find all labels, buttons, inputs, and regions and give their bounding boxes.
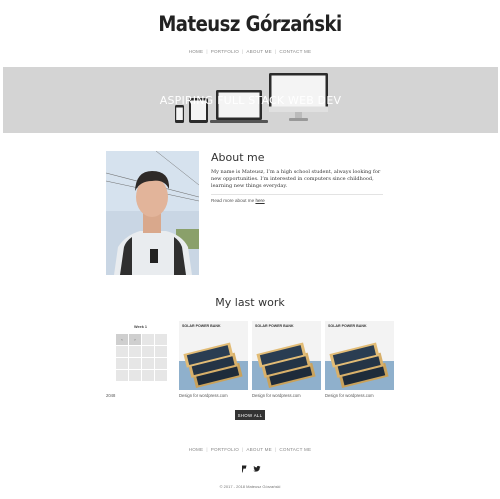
- thumb-title: SOLAR POWER BANK: [255, 324, 294, 328]
- grid-cell: [155, 346, 167, 357]
- calendar-title: Week 1: [133, 325, 148, 329]
- grid-cell: [116, 358, 128, 369]
- copyright: © 2017 - 2018 Mateusz Górzański: [219, 484, 281, 489]
- nav-separator: |: [274, 447, 277, 452]
- calendar-grid: ‹ ›: [116, 334, 172, 381]
- hero-title: ASPIRING FULL STACK WEB DEV: [159, 94, 342, 107]
- nav-separator: |: [274, 49, 277, 54]
- grid-cell: [155, 370, 167, 381]
- footer-nav: HOME | PORTFOLIO | ABOUT ME | CONTACT ME: [0, 447, 500, 452]
- site-logo[interactable]: Mateusz Górzański: [35, 12, 465, 36]
- twitter-icon[interactable]: [253, 465, 261, 473]
- nav-contact[interactable]: CONTACT ME: [279, 49, 311, 54]
- grid-cell: [129, 358, 141, 369]
- nav-contact[interactable]: CONTACT ME: [279, 447, 311, 452]
- work-thumb-solar[interactable]: SOLAR POWER BANK: [179, 321, 248, 390]
- work-title: My last work: [215, 296, 285, 309]
- nav-portfolio[interactable]: PORTFOLIO: [211, 447, 239, 452]
- prev-button[interactable]: ‹: [116, 334, 128, 345]
- grid-cell: [155, 334, 167, 345]
- nav-separator: |: [206, 49, 208, 54]
- next-button[interactable]: ›: [129, 334, 141, 345]
- thumb-title: SOLAR POWER BANK: [182, 324, 221, 328]
- thumb-title: SOLAR POWER BANK: [328, 324, 367, 328]
- show-all-button[interactable]: SHOW ALL: [235, 410, 265, 420]
- divider: [211, 194, 383, 195]
- nav-about[interactable]: ABOUT ME: [246, 49, 272, 54]
- work-caption: Design for wordpress.com: [252, 393, 301, 398]
- grid-cell: [155, 358, 167, 369]
- work-caption: Design for wordpress.com: [179, 393, 228, 398]
- grid-cell: [142, 358, 154, 369]
- read-more: Read more about me here: [211, 198, 265, 203]
- main-nav: HOME | PORTFOLIO | ABOUT ME | CONTACT ME: [0, 49, 500, 54]
- read-more-text: Read more about me: [211, 198, 255, 203]
- read-more-link[interactable]: here: [255, 198, 264, 203]
- grid-cell: [129, 370, 141, 381]
- grid-cell: [116, 370, 128, 381]
- grid-cell: [129, 346, 141, 357]
- nav-separator: |: [241, 447, 244, 452]
- profile-photo: [106, 151, 199, 275]
- nav-portfolio[interactable]: PORTFOLIO: [211, 49, 239, 54]
- about-text: My name is Mateusz, I’m a high school st…: [211, 169, 381, 189]
- grid-cell: [116, 346, 128, 357]
- work-thumb-solar[interactable]: SOLAR POWER BANK: [252, 321, 321, 390]
- nav-separator: |: [241, 49, 244, 54]
- nav-home[interactable]: HOME: [189, 447, 204, 452]
- work-caption: Design for wordpress.com: [325, 393, 374, 398]
- work-thumb-solar[interactable]: SOLAR POWER BANK: [325, 321, 394, 390]
- grid-cell: [142, 334, 154, 345]
- grid-cell: [142, 370, 154, 381]
- nav-home[interactable]: HOME: [189, 49, 204, 54]
- foursquare-icon[interactable]: [240, 465, 248, 473]
- hero-banner: ASPIRING FULL STACK WEB DEV: [3, 67, 498, 133]
- grid-cell: [142, 346, 154, 357]
- nav-separator: |: [206, 447, 208, 452]
- work-thumb-2048[interactable]: Week 1 ‹ ›: [106, 321, 175, 390]
- nav-about[interactable]: ABOUT ME: [246, 447, 272, 452]
- work-caption: 2048: [106, 393, 116, 398]
- about-title: About me: [211, 151, 265, 164]
